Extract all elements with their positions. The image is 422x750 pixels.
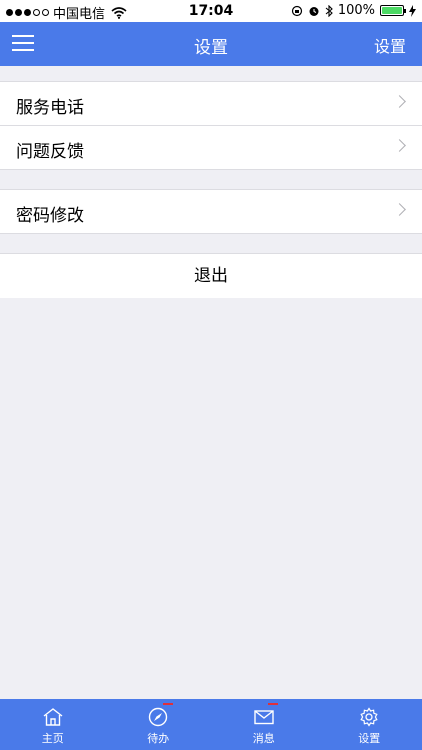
- status-bar: 中国电信 17:04 100%: [0, 0, 422, 22]
- rotation-lock-icon: [291, 5, 302, 16]
- feedback-label: 问题反馈: [16, 142, 84, 162]
- mail-icon: [254, 710, 274, 725]
- settings-nav-button[interactable]: 设置: [374, 33, 406, 57]
- battery-icon: [380, 5, 406, 16]
- alarm-icon: [309, 6, 319, 16]
- tab-todo[interactable]: 待办: [106, 699, 212, 750]
- tab-settings-label: 设置: [358, 732, 381, 745]
- settings-group-account: 密码修改: [0, 189, 422, 234]
- service-phone-row[interactable]: 服务电话: [0, 82, 422, 125]
- battery-percent: 100%: [337, 3, 375, 18]
- todo-badge: [162, 703, 173, 705]
- service-phone-label: 服务电话: [16, 98, 84, 118]
- compass-icon: [149, 707, 168, 727]
- tab-settings[interactable]: 设置: [317, 699, 422, 750]
- status-right: 100%: [291, 3, 416, 18]
- home-icon: [43, 708, 63, 726]
- tab-home-label: 主页: [41, 732, 64, 745]
- charging-icon: [409, 4, 416, 17]
- change-password-label: 密码修改: [16, 206, 84, 226]
- logout-label: 退出: [194, 266, 228, 286]
- chevron-right-icon: [393, 95, 406, 108]
- tab-messages[interactable]: 消息: [211, 699, 317, 750]
- page-title: 设置: [194, 38, 228, 58]
- tab-home[interactable]: 主页: [0, 699, 106, 750]
- chevron-right-icon: [393, 203, 406, 216]
- settings-group-contact: 服务电话 问题反馈: [0, 81, 422, 170]
- bluetooth-icon: [325, 4, 333, 17]
- tab-todo-label: 待办: [147, 732, 170, 745]
- change-password-row[interactable]: 密码修改: [0, 190, 422, 233]
- gear-icon: [360, 707, 378, 727]
- chevron-right-icon: [393, 139, 406, 152]
- messages-badge: [268, 703, 278, 705]
- feedback-row[interactable]: 问题反馈: [0, 125, 422, 169]
- navigation-bar: 设置 设置: [0, 22, 422, 66]
- logout-button[interactable]: 退出: [0, 253, 422, 298]
- tab-bar: 主页 待办 消息 设置: [0, 699, 422, 750]
- tab-messages-label: 消息: [252, 732, 275, 745]
